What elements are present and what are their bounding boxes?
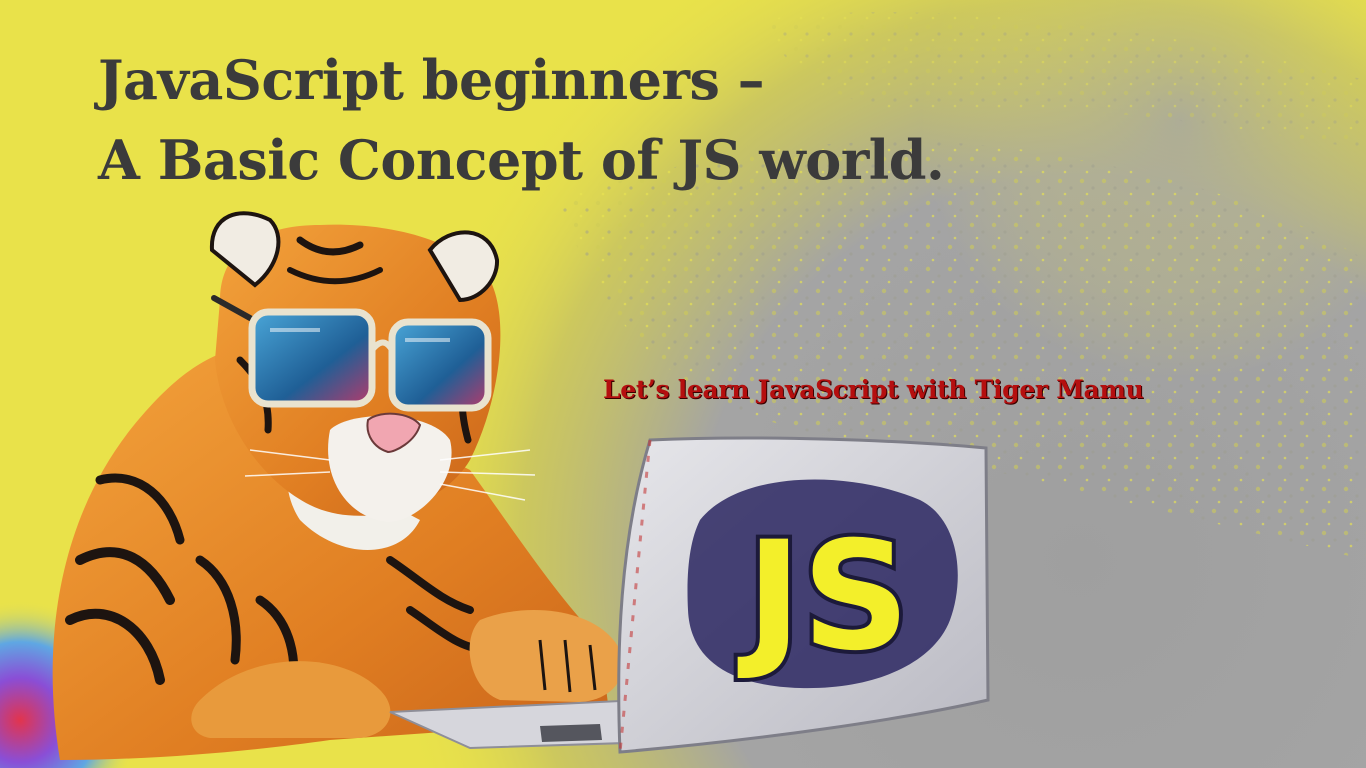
js-logo-text: JS [737,510,910,684]
tiger-icon [52,211,623,760]
slide: JavaScript beginners – A Basic Concept o… [0,0,1366,768]
tagline: Let’s learn JavaScript with Tiger Mamu [603,375,1144,404]
